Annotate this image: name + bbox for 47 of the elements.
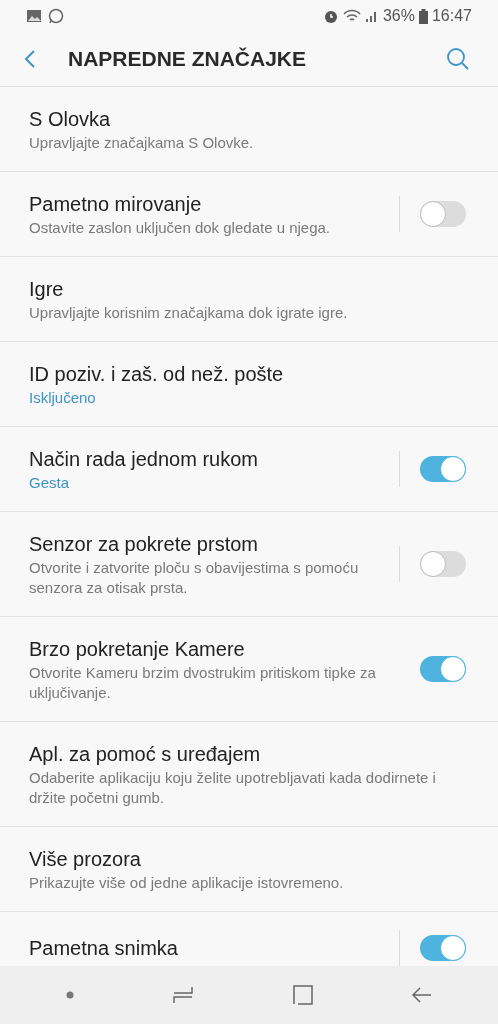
settings-row[interactable]: Više prozora Prikazujte više od jedne aplikacije istovremeno. bbox=[0, 827, 498, 912]
chat-icon bbox=[48, 8, 64, 24]
setting-title: S Olovka bbox=[29, 107, 112, 132]
wifi-icon bbox=[342, 9, 361, 23]
toggle-switch[interactable] bbox=[420, 656, 466, 682]
settings-row[interactable]: ID poziv. i zaš. od než. pošte Isključeno bbox=[0, 342, 498, 427]
battery-icon bbox=[418, 8, 428, 24]
setting-title: Igre bbox=[29, 277, 65, 302]
back-icon[interactable] bbox=[412, 987, 433, 1003]
settings-row[interactable]: Apl. za pomoć s uređajem Odaberite aplikaciju koju želite upotrebljavati kada dodirnete i držite početni gumb. bbox=[0, 722, 498, 827]
settings-row[interactable]: Pametno mirovanje Ostavite zaslon uključen dok gledate u njega. bbox=[0, 172, 498, 257]
setting-title: Način rada jednom rukom bbox=[29, 447, 259, 472]
setting-title: ID poziv. i zaš. od než. pošte bbox=[29, 362, 285, 387]
battery-percent: 36% bbox=[382, 6, 415, 26]
settings-row[interactable]: Senzor za pokrete prstom Otvorite i zatvorite ploču s obavijestima s pomoću senzora za otisak prsta. bbox=[0, 512, 498, 617]
recent-apps-icon[interactable] bbox=[173, 986, 194, 1004]
setting-title: Pametno mirovanje bbox=[29, 192, 203, 217]
dot-icon[interactable] bbox=[65, 991, 74, 999]
signal-icon bbox=[364, 9, 379, 23]
toggle-switch[interactable] bbox=[420, 201, 466, 227]
toggle-switch[interactable] bbox=[420, 935, 466, 961]
setting-description: Odaberite aplikaciju koju želite upotrebljavati kada dodirnete i držite početni gumb. bbox=[29, 768, 437, 808]
settings-row[interactable]: Igre Upravljajte korisnim značajkama dok igrate igre. bbox=[0, 257, 498, 342]
setting-title: Pametna snimka bbox=[29, 936, 179, 961]
setting-description: Isključeno bbox=[29, 388, 97, 408]
clock: 16:47 bbox=[431, 6, 472, 26]
alarm-icon bbox=[322, 8, 339, 24]
setting-description: Prikazujte više od jedne aplikacije istovremeno. bbox=[29, 873, 345, 893]
setting-description: Upravljajte korisnim značajkama dok igrate igre. bbox=[29, 303, 349, 323]
settings-row[interactable]: Način rada jednom rukom Gesta bbox=[0, 427, 498, 512]
setting-title: Brzo pokretanje Kamere bbox=[29, 637, 246, 662]
setting-description: Otvorite i zatvorite ploču s obavijestima s pomoću senzora za otisak prsta. bbox=[29, 558, 360, 598]
toggle-switch[interactable] bbox=[420, 456, 466, 482]
toggle-switch[interactable] bbox=[420, 551, 466, 577]
setting-description: Gesta bbox=[29, 473, 71, 493]
settings-row[interactable]: S Olovka Upravljajte značajkama S Olovke. bbox=[0, 87, 498, 172]
search-button[interactable] bbox=[446, 47, 470, 71]
setting-description: Otvorite Kameru brzim dvostrukim pritiskom tipke za uključivanje. bbox=[29, 663, 377, 703]
image-icon bbox=[26, 9, 42, 23]
settings-row[interactable]: Brzo pokretanje Kamere Otvorite Kameru brzim dvostrukim pritiskom tipke za uključivanje. bbox=[0, 617, 498, 722]
setting-description: Upravljajte značajkama S Olovke. bbox=[29, 133, 255, 153]
screen-title: NAPREDNE ZNAČAJKE bbox=[68, 46, 308, 73]
setting-title: Apl. za pomoć s uređajem bbox=[29, 742, 262, 767]
setting-title: Senzor za pokrete prstom bbox=[29, 532, 259, 557]
home-icon[interactable] bbox=[292, 985, 313, 1005]
setting-description: Ostavite zaslon uključen dok gledate u njega. bbox=[29, 218, 332, 238]
setting-title: Više prozora bbox=[29, 847, 142, 872]
